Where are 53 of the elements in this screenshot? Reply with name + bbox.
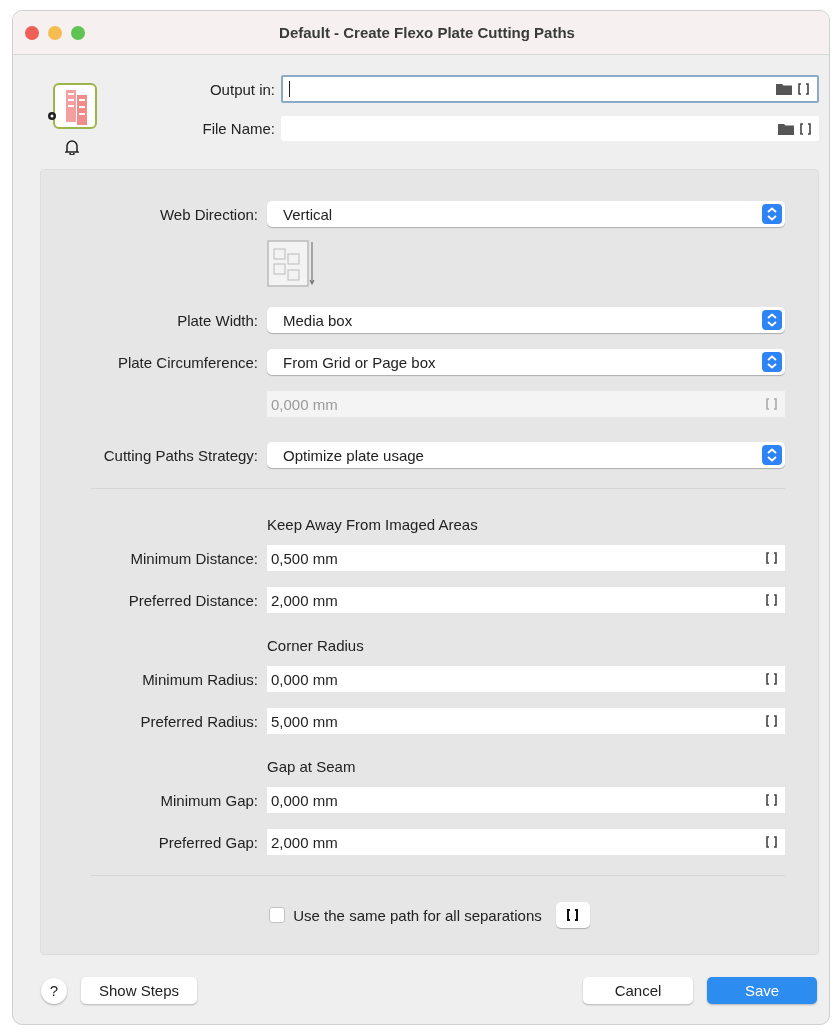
- variable-icon[interactable]: [766, 594, 777, 606]
- window-title: Default - Create Flexo Plate Cutting Paths: [279, 24, 575, 41]
- input-field[interactable]: 0,000 mm: [267, 666, 785, 692]
- input-field[interactable]: 2,000 mm: [267, 829, 785, 855]
- field-label: Cutting Paths Strategy:: [102, 446, 258, 464]
- field-label: Minimum Gap:: [159, 791, 258, 809]
- help-button[interactable]: ?: [41, 977, 67, 1004]
- web-direction-icon: [267, 239, 315, 289]
- variable-icon[interactable]: [766, 715, 777, 727]
- folder-icon[interactable]: [776, 83, 792, 95]
- variable-icon[interactable]: [766, 794, 777, 806]
- stepper-icon: [762, 204, 782, 224]
- input-field[interactable]: 5,000 mm: [267, 708, 785, 734]
- variable-icon[interactable]: [766, 552, 777, 564]
- input-field[interactable]: [281, 75, 819, 103]
- field-label: Plate Width:: [176, 311, 258, 329]
- close-button[interactable]: [25, 25, 39, 40]
- field-label: Preferred Gap:: [157, 833, 258, 851]
- dropdown[interactable]: Vertical: [267, 201, 785, 227]
- checkbox[interactable]: [269, 907, 286, 923]
- stepper-icon: [762, 352, 782, 372]
- variable-icon[interactable]: [800, 122, 811, 135]
- plates-icon: [46, 83, 98, 131]
- section-heading: Keep Away From Imaged Areas: [267, 516, 479, 533]
- stepper-icon: [762, 445, 782, 465]
- field-label: Output in:: [208, 80, 275, 98]
- variable-icon[interactable]: [766, 673, 777, 685]
- footer-button[interactable]: Cancel: [583, 977, 693, 1004]
- field-label: Web Direction:: [158, 205, 258, 223]
- variable-button[interactable]: [555, 902, 590, 928]
- footer-button[interactable]: Show Steps: [81, 977, 198, 1004]
- field-label: Preferred Radius:: [139, 712, 258, 730]
- section-heading: Gap at Seam: [267, 758, 357, 775]
- input-field[interactable]: 2,000 mm: [267, 587, 785, 613]
- field-label: File Name:: [201, 120, 275, 137]
- input-field[interactable]: 0,500 mm: [267, 545, 785, 571]
- variable-icon[interactable]: [798, 83, 809, 95]
- folder-icon[interactable]: [778, 122, 794, 135]
- checkbox-label: Use the same path for all separations: [293, 906, 542, 924]
- section-heading: Corner Radius: [267, 637, 365, 654]
- dropdown[interactable]: From Grid or Page box: [267, 349, 785, 375]
- field-label: Plate Circumference:: [116, 353, 258, 371]
- input-field[interactable]: [281, 116, 819, 141]
- field-label: Minimum Radius:: [141, 670, 258, 688]
- variable-icon[interactable]: [766, 836, 777, 848]
- dropdown[interactable]: Optimize plate usage: [267, 442, 785, 468]
- dropdown[interactable]: Media box: [267, 307, 785, 333]
- field-label: Minimum Distance:: [129, 549, 258, 567]
- field-label: Preferred Distance:: [127, 591, 258, 609]
- variable-icon: [567, 909, 579, 921]
- bell-icon[interactable]: [65, 139, 79, 155]
- stepper-icon: [762, 310, 782, 330]
- input-field[interactable]: 0,000 mm: [267, 787, 785, 813]
